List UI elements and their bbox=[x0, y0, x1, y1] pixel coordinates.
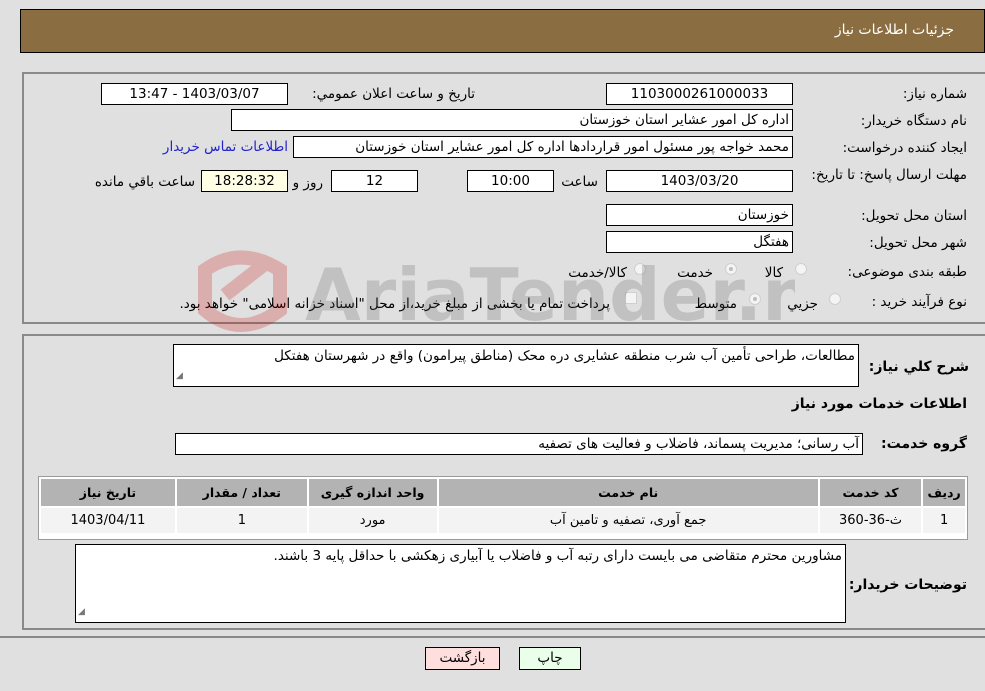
announce-label: تاريخ و ساعت اعلان عمومي: bbox=[312, 86, 475, 102]
description-text: مطالعات، طراحی تأمین آب شرب منطقه عشایری… bbox=[274, 348, 855, 364]
process-radio-medium[interactable] bbox=[749, 293, 761, 305]
service-group-field[interactable]: آب رسانی؛ مدیریت پسماند، فاضلاب و فعالیت… bbox=[175, 433, 863, 455]
resize-grip-icon[interactable]: ◢ bbox=[78, 603, 85, 621]
process-label: نوع فرآیند خرید : bbox=[871, 294, 967, 310]
requester-field[interactable]: محمد خواجه پور مسئول امور قراردادها ادار… bbox=[293, 136, 793, 158]
deadline-time-field[interactable]: 10:00 bbox=[467, 170, 554, 192]
page-header: جزئیات اطلاعات نیاز bbox=[20, 9, 985, 53]
cell-service-name: جمع آوری، تصفیه و تامین آب bbox=[438, 508, 818, 533]
category-radio-goods-service[interactable] bbox=[634, 263, 646, 275]
need-number-field[interactable]: 1103000261000033 bbox=[606, 83, 793, 105]
buyer-org-field[interactable]: اداره کل امور عشایر استان خوزستان bbox=[231, 109, 793, 131]
days-field[interactable]: 12 bbox=[331, 170, 418, 192]
city-label: شهر محل تحویل: bbox=[869, 235, 967, 251]
category-option-goods: کالا bbox=[764, 265, 783, 281]
treasury-payment-note: پرداخت تمام یا بخشی از مبلغ خرید،از محل … bbox=[179, 296, 610, 312]
process-option-minor: جزيي bbox=[787, 296, 818, 312]
description-label: شرح كلي نياز: bbox=[868, 359, 969, 375]
category-option-goods-service: کالا/خدمت bbox=[568, 265, 627, 281]
category-radio-goods[interactable] bbox=[795, 263, 807, 275]
announce-field[interactable]: 1403/03/07 - 13:47 bbox=[101, 83, 288, 105]
cell-quantity: 1 bbox=[176, 508, 307, 533]
need-number-label: شماره نیاز: bbox=[902, 86, 967, 102]
process-radio-minor[interactable] bbox=[829, 293, 841, 305]
table-header-row: رديف کد خدمت نام خدمت واحد اندازه گيری ت… bbox=[41, 479, 965, 506]
buyer-notes-label: توضيحات خريدار: bbox=[848, 577, 967, 593]
resize-grip-icon[interactable]: ◢ bbox=[176, 367, 183, 385]
province-field[interactable]: خوزستان bbox=[606, 204, 793, 226]
city-field[interactable]: هفتگل bbox=[606, 231, 793, 253]
province-label: استان محل تحویل: bbox=[861, 208, 967, 224]
buyer-notes-text: مشاورین محترم متقاضی می بایست دارای رتبه… bbox=[273, 548, 842, 564]
category-option-service: خدمت bbox=[677, 265, 713, 281]
category-radio-service[interactable] bbox=[725, 263, 737, 275]
col-need-date: تاريخ نياز bbox=[41, 479, 175, 506]
services-table: رديف کد خدمت نام خدمت واحد اندازه گيری ت… bbox=[39, 477, 967, 535]
col-service-name: نام خدمت bbox=[438, 479, 818, 506]
footer-divider bbox=[0, 636, 985, 638]
description-textarea[interactable]: مطالعات، طراحی تأمین آب شرب منطقه عشایری… bbox=[173, 344, 859, 387]
cell-service-code: ث-36-360 bbox=[819, 508, 922, 533]
remaining-time-field: 18:28:32 bbox=[201, 170, 288, 192]
time-label: ساعت bbox=[561, 174, 598, 190]
cell-unit: مورد bbox=[308, 508, 437, 533]
buyer-org-label: نام دستگاه خريدار: bbox=[860, 113, 967, 129]
days-label: روز و bbox=[292, 175, 323, 191]
page-title: جزئیات اطلاعات نیاز bbox=[834, 22, 954, 38]
requester-label: ايجاد کننده درخواست: bbox=[842, 140, 967, 156]
col-service-code: کد خدمت bbox=[819, 479, 922, 506]
deadline-label: مهلت ارسال پاسخ: تا تاریخ: bbox=[811, 167, 967, 183]
back-button[interactable]: بازگشت bbox=[425, 647, 500, 670]
print-button[interactable]: چاپ bbox=[519, 647, 581, 670]
services-section-title: اطلاعات خدمات مورد نياز bbox=[791, 396, 967, 412]
buyer-notes-textarea[interactable]: مشاورین محترم متقاضی می بایست دارای رتبه… bbox=[75, 544, 846, 623]
cell-row-number: 1 bbox=[923, 508, 965, 533]
services-table-wrapper: رديف کد خدمت نام خدمت واحد اندازه گيری ت… bbox=[38, 476, 968, 540]
cell-need-date: 1403/04/11 bbox=[41, 508, 175, 533]
table-row: 1 ث-36-360 جمع آوری، تصفیه و تامین آب مو… bbox=[41, 508, 965, 533]
col-unit: واحد اندازه گيری bbox=[308, 479, 437, 506]
col-quantity: تعداد / مقدار bbox=[176, 479, 307, 506]
treasury-payment-checkbox[interactable] bbox=[625, 292, 637, 304]
category-label: طبقه بندی موضوعی: bbox=[847, 264, 967, 280]
service-group-label: گروه خدمت: bbox=[881, 436, 967, 452]
buyer-contact-link[interactable]: اطلاعات تماس خريدار bbox=[163, 139, 288, 155]
process-option-medium: متوسط bbox=[694, 296, 737, 312]
remaining-label: ساعت باقي مانده bbox=[94, 174, 195, 190]
deadline-date-field[interactable]: 1403/03/20 bbox=[606, 170, 793, 192]
col-row-number: رديف bbox=[923, 479, 965, 506]
